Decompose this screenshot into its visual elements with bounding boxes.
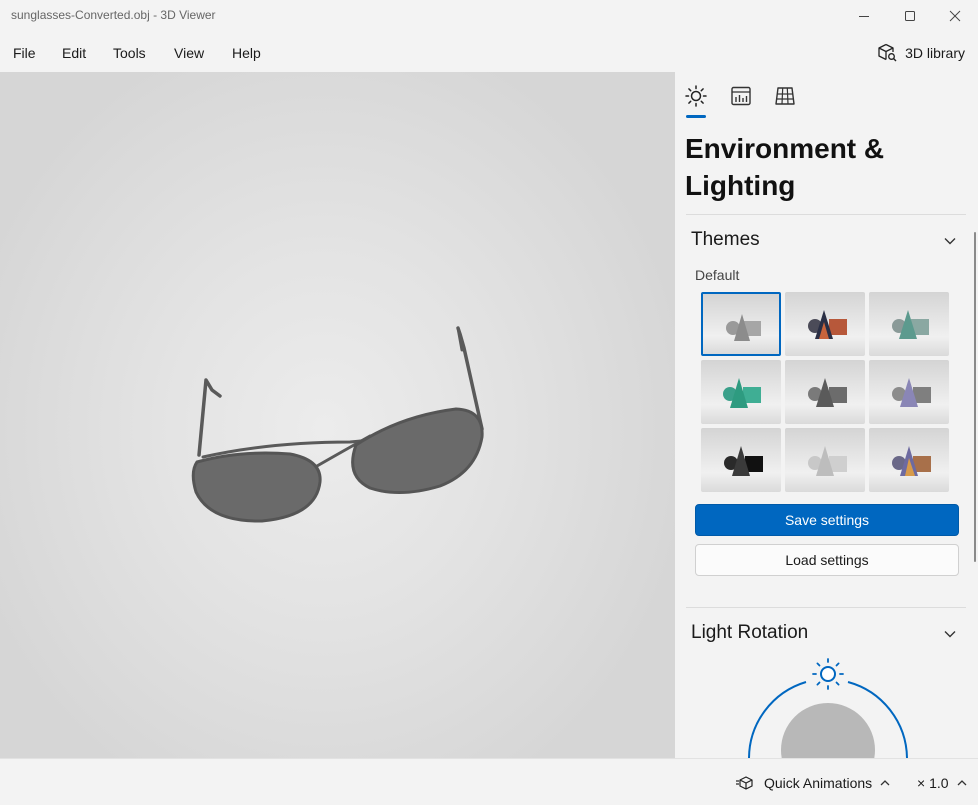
title-bar: sunglasses-Converted.obj - 3D Viewer [0, 0, 978, 34]
sunglasses-model[interactable] [0, 72, 675, 758]
cube-search-icon [878, 43, 897, 62]
light-sun-handle-icon[interactable] [812, 658, 844, 690]
theme-thumbnail-sunset[interactable] [869, 428, 949, 492]
status-bar: Quick Animations × 1.0 [0, 758, 978, 805]
save-settings-button[interactable]: Save settings [695, 504, 959, 536]
maximize-icon [905, 11, 915, 21]
stats-icon [731, 86, 751, 106]
window-title: sunglasses-Converted.obj - 3D Viewer [11, 8, 216, 22]
close-icon [949, 10, 961, 22]
chevron-up-icon [957, 780, 966, 786]
theme-thumbnail-teal[interactable] [701, 360, 781, 424]
theme-thumbnail-default[interactable] [701, 292, 781, 356]
3d-library-button[interactable]: 3D library [877, 41, 965, 65]
load-settings-button[interactable]: Load settings [695, 544, 959, 576]
panel-scrollbar[interactable] [974, 232, 976, 562]
animation-speed-button[interactable]: × 1.0 [917, 775, 967, 791]
light-rotation-dial[interactable] [735, 654, 925, 758]
theme-thumbnail-teal-gray[interactable] [869, 292, 949, 356]
quick-animations-label: Quick Animations [764, 775, 873, 791]
menu-bar: File Edit Tools View Help 3D library [0, 34, 978, 72]
menu-edit[interactable]: Edit [62, 45, 86, 61]
menu-file[interactable]: File [13, 45, 36, 61]
divider [686, 607, 966, 608]
close-button[interactable] [932, 0, 978, 32]
light-rotation-heading[interactable]: Light Rotation [691, 622, 808, 644]
3d-viewport[interactable] [0, 72, 675, 758]
tab-environment[interactable] [684, 84, 708, 108]
theme-thumbnail-lavender[interactable] [869, 360, 949, 424]
theme-thumbnail-dark-gray[interactable] [785, 360, 865, 424]
theme-thumbnail-black[interactable] [701, 428, 781, 492]
chevron-down-icon[interactable] [943, 234, 957, 248]
tab-stats[interactable] [729, 84, 753, 108]
chevron-down-icon[interactable] [943, 627, 957, 641]
animation-cube-icon [736, 776, 753, 790]
divider [686, 214, 966, 215]
menu-view[interactable]: View [174, 45, 204, 61]
quick-animations-button[interactable]: Quick Animations [736, 775, 890, 791]
theme-thumbnail-warm[interactable] [785, 292, 865, 356]
maximize-button[interactable] [887, 0, 933, 32]
grid-icon [775, 87, 795, 105]
themes-heading[interactable]: Themes [691, 229, 760, 251]
tab-mesh[interactable] [773, 84, 797, 108]
selected-theme-label: Default [695, 267, 740, 283]
theme-grid [701, 292, 949, 492]
chevron-up-icon [880, 780, 890, 786]
sun-icon [685, 85, 707, 107]
menu-help[interactable]: Help [232, 45, 261, 61]
environment-panel: Environment & Lighting Themes Default Sa… [675, 72, 978, 758]
selected-tab-indicator [686, 115, 706, 118]
minimize-button[interactable] [841, 0, 887, 32]
3d-library-label: 3D library [905, 45, 965, 61]
menu-tools[interactable]: Tools [113, 45, 146, 61]
minimize-icon [859, 16, 869, 17]
panel-title: Environment & Lighting [685, 133, 885, 201]
theme-thumbnail-light[interactable] [785, 428, 865, 492]
animation-speed-value: × 1.0 [917, 775, 949, 791]
